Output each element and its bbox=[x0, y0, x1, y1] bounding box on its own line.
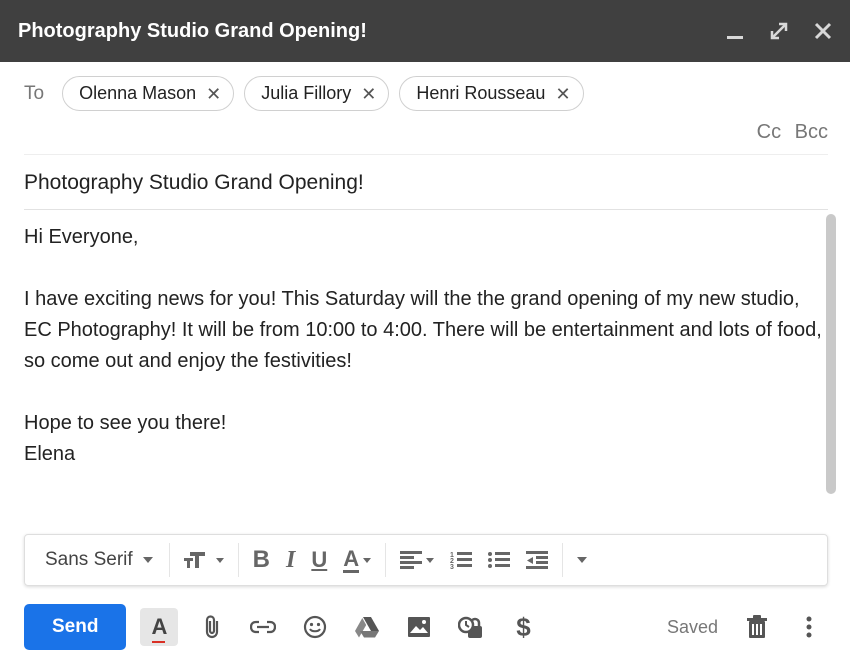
recipient-chip[interactable]: Olenna Mason ✕ bbox=[62, 76, 234, 111]
trash-icon bbox=[747, 615, 767, 639]
insert-link-button[interactable] bbox=[244, 608, 282, 646]
text-color-button[interactable]: A bbox=[335, 540, 379, 580]
recipient-name: Julia Fillory bbox=[261, 83, 351, 104]
insert-emoji-button[interactable] bbox=[296, 608, 334, 646]
text-color-icon: A bbox=[343, 548, 359, 573]
cc-button[interactable]: Cc bbox=[757, 121, 781, 143]
discard-draft-button[interactable] bbox=[738, 608, 776, 646]
recipient-chip[interactable]: Julia Fillory ✕ bbox=[244, 76, 389, 111]
window-controls bbox=[726, 22, 832, 40]
confidential-mode-button[interactable] bbox=[452, 608, 490, 646]
maximize-icon[interactable] bbox=[770, 22, 788, 40]
font-size-button[interactable] bbox=[176, 540, 232, 580]
link-icon bbox=[250, 620, 276, 634]
more-formatting-button[interactable] bbox=[569, 540, 595, 580]
remove-recipient-icon[interactable]: ✕ bbox=[206, 85, 221, 103]
send-button[interactable]: Send bbox=[24, 604, 126, 650]
to-label: To bbox=[24, 83, 44, 105]
bulleted-list-button[interactable] bbox=[480, 540, 518, 580]
font-size-icon bbox=[184, 548, 212, 572]
formatting-options-button[interactable]: A bbox=[140, 608, 178, 646]
separator bbox=[169, 543, 170, 577]
bold-icon: B bbox=[253, 546, 270, 574]
insert-photo-button[interactable] bbox=[400, 608, 438, 646]
more-options-icon bbox=[806, 616, 812, 638]
action-bar: Send A bbox=[0, 586, 850, 668]
subject-text: Photography Studio Grand Opening! bbox=[24, 171, 364, 194]
saved-status: Saved bbox=[667, 617, 718, 638]
compose-window: Photography Studio Grand Opening! To Ole… bbox=[0, 0, 850, 668]
minimize-icon[interactable] bbox=[726, 22, 744, 40]
message-body[interactable]: Hi Everyone, I have exciting news for yo… bbox=[0, 210, 850, 522]
drive-icon bbox=[354, 616, 380, 638]
photo-icon bbox=[407, 616, 431, 638]
numbered-list-button[interactable]: 1 2 3 bbox=[442, 540, 480, 580]
separator bbox=[238, 543, 239, 577]
attach-button[interactable] bbox=[192, 608, 230, 646]
send-money-button[interactable]: $ bbox=[504, 608, 542, 646]
close-icon[interactable] bbox=[814, 22, 832, 40]
indent-decrease-icon bbox=[526, 551, 548, 569]
attachment-icon bbox=[200, 615, 222, 639]
confidential-icon bbox=[458, 615, 484, 639]
remove-recipient-icon[interactable]: ✕ bbox=[555, 85, 570, 103]
bcc-button[interactable]: Bcc bbox=[795, 121, 828, 143]
chevron-down-icon bbox=[577, 557, 587, 563]
insert-drive-button[interactable] bbox=[348, 608, 386, 646]
subject-field[interactable]: Photography Studio Grand Opening! bbox=[0, 155, 850, 209]
chevron-down-icon bbox=[363, 558, 371, 563]
window-title: Photography Studio Grand Opening! bbox=[18, 20, 726, 43]
window-titlebar: Photography Studio Grand Opening! bbox=[0, 0, 850, 62]
remove-recipient-icon[interactable]: ✕ bbox=[361, 85, 376, 103]
more-options-button[interactable] bbox=[790, 608, 828, 646]
chevron-down-icon bbox=[216, 558, 224, 563]
bulleted-list-icon bbox=[488, 551, 510, 569]
formatting-options-icon: A bbox=[152, 614, 168, 640]
to-field-row: To Olenna Mason ✕ Julia Fillory ✕ Henri … bbox=[0, 62, 850, 117]
recipient-chip[interactable]: Henri Rousseau ✕ bbox=[399, 76, 583, 111]
align-button[interactable] bbox=[392, 540, 442, 580]
separator bbox=[562, 543, 563, 577]
chevron-down-icon bbox=[143, 557, 153, 563]
align-icon bbox=[400, 551, 422, 569]
recipient-chips[interactable]: Olenna Mason ✕ Julia Fillory ✕ Henri Rou… bbox=[62, 76, 583, 111]
font-family-select[interactable]: Sans Serif bbox=[31, 540, 163, 580]
body-text: Hi Everyone, I have exciting news for yo… bbox=[24, 222, 826, 470]
numbered-list-icon: 1 2 3 bbox=[450, 551, 472, 569]
recipient-name: Olenna Mason bbox=[79, 83, 196, 104]
cc-bcc-row: Cc Bcc bbox=[0, 117, 850, 154]
underline-icon: U bbox=[311, 547, 327, 573]
scrollbar[interactable] bbox=[826, 214, 836, 494]
svg-text:3: 3 bbox=[450, 564, 454, 569]
underline-button[interactable]: U bbox=[303, 540, 335, 580]
bold-button[interactable]: B bbox=[245, 540, 278, 580]
formatting-toolbar: Sans Serif B I U A bbox=[24, 534, 828, 586]
chevron-down-icon bbox=[426, 558, 434, 563]
indent-decrease-button[interactable] bbox=[518, 540, 556, 580]
recipient-name: Henri Rousseau bbox=[416, 83, 545, 104]
italic-button[interactable]: I bbox=[278, 540, 303, 580]
separator bbox=[385, 543, 386, 577]
emoji-icon bbox=[303, 615, 327, 639]
money-icon: $ bbox=[516, 612, 530, 643]
italic-icon: I bbox=[286, 547, 295, 574]
